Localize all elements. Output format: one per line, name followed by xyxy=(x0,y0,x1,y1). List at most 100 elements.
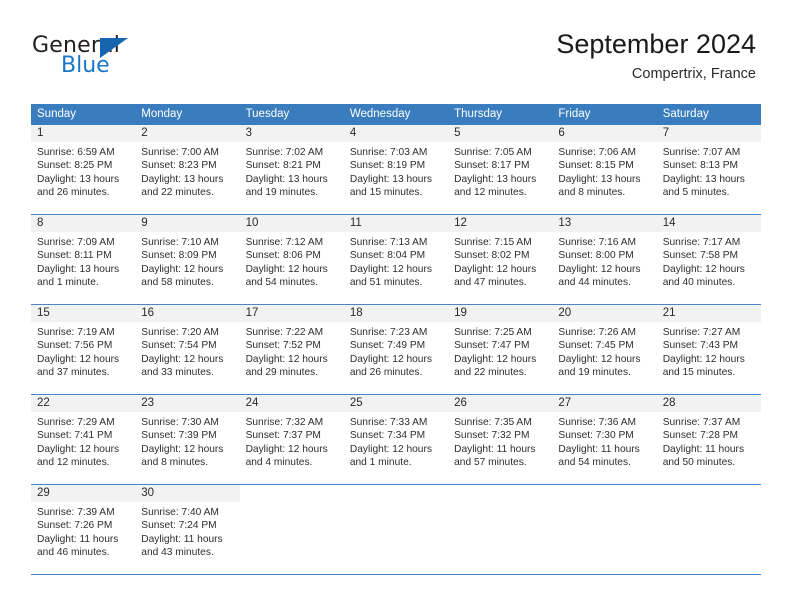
day-number: 23 xyxy=(135,395,240,412)
day-cell[interactable]: 11 Sunrise: 7:13 AM Sunset: 8:04 PM Dayligh… xyxy=(343,215,449,304)
day-cell[interactable]: 2 Sunrise: 7:00 AM Sunset: 8:23 PM Daylight… xyxy=(135,125,240,214)
day-cell[interactable]: 16 Sunrise: 7:20 AM Sunset: 7:54 PM Dayligh… xyxy=(135,305,240,394)
sunrise-time: Sunrise: 7:19 AM xyxy=(37,327,115,338)
daylight-line-1: Daylight: 12 hours xyxy=(349,353,432,365)
daylight-line-2: and 8 minutes. xyxy=(141,457,209,469)
general-blue-logo[interactable]: General Blue xyxy=(32,33,212,85)
day-cell[interactable]: 27 Sunrise: 7:36 AM Sunset: 7:30 PM Dayligh… xyxy=(552,395,657,484)
calendar-grid: Sunday Monday Tuesday Wednesday Thursday Frid… xyxy=(31,104,761,575)
day-cell[interactable]: 7 Sunrise: 7:07 AM Sunset: 8:13 PM Daylight… xyxy=(656,125,761,214)
day-cell[interactable]: 28 Sunrise: 7:37 AM Sunset: 7:28 PM Dayligh… xyxy=(656,395,761,484)
sunrise-time: Sunrise: 7:05 AM xyxy=(454,147,532,158)
sunrise-time: Sunrise: 7:26 AM xyxy=(558,327,636,338)
daylight-line-2: and 26 minutes. xyxy=(349,367,423,379)
sunset-time: Sunset: 7:24 PM xyxy=(141,520,217,532)
daylight-line-1: Daylight: 13 hours xyxy=(37,173,120,185)
day-cell[interactable]: 26 Sunrise: 7:35 AM Sunset: 7:32 PM Dayligh… xyxy=(448,395,553,484)
day-cell[interactable]: 19 Sunrise: 7:25 AM Sunset: 7:47 PM Dayligh… xyxy=(448,305,553,394)
daylight-line-2: and 50 minutes. xyxy=(662,457,736,469)
daylight-line-2: and 43 minutes. xyxy=(141,547,214,559)
daylight-line-2: and 5 minutes. xyxy=(662,187,730,199)
day-cell[interactable]: 10 Sunrise: 7:12 AM Sunset: 8:06 PM Dayligh… xyxy=(239,215,344,304)
daylight-line-2: and 58 minutes. xyxy=(141,277,214,289)
daylight-line-1: Daylight: 13 hours xyxy=(558,173,641,185)
sunset-time: Sunset: 7:47 PM xyxy=(454,340,530,352)
day-cell[interactable]: 1 Sunrise: 6:59 AM Sunset: 8:25 PM Daylight… xyxy=(31,125,136,214)
sunrise-time: Sunrise: 7:06 AM xyxy=(558,147,636,158)
day-cell-empty xyxy=(552,485,656,574)
day-cell[interactable]: 13 Sunrise: 7:16 AM Sunset: 8:00 PM Dayligh… xyxy=(552,215,657,304)
daylight-line-1: Daylight: 12 hours xyxy=(37,353,120,365)
daylight-line-1: Daylight: 11 hours xyxy=(141,533,223,545)
day-number: 8 xyxy=(31,215,136,232)
day-number: 30 xyxy=(135,485,240,502)
sunrise-time: Sunrise: 7:20 AM xyxy=(141,327,219,338)
day-number: 25 xyxy=(343,395,449,412)
day-number: 17 xyxy=(239,305,344,322)
day-cell[interactable]: 21 Sunrise: 7:27 AM Sunset: 7:43 PM Dayligh… xyxy=(656,305,761,394)
day-number: 29 xyxy=(31,485,136,502)
day-number: 19 xyxy=(448,305,553,322)
sunset-time: Sunset: 8:04 PM xyxy=(349,250,426,262)
day-details: Sunrise: 7:27 AM Sunset: 7:43 PM Daylight:… xyxy=(657,322,761,380)
daylight-line-1: Daylight: 12 hours xyxy=(245,263,328,275)
day-number: 7 xyxy=(656,125,761,142)
day-cell[interactable]: 20 Sunrise: 7:26 AM Sunset: 7:45 PM Dayligh… xyxy=(552,305,657,394)
day-number xyxy=(552,485,656,502)
day-details: Sunrise: 7:06 AM Sunset: 8:15 PM Daylight:… xyxy=(552,142,656,200)
weekday-header-saturday: Saturday xyxy=(662,108,709,120)
sunset-time: Sunset: 8:19 PM xyxy=(349,160,426,172)
day-number: 14 xyxy=(656,215,761,232)
day-cell[interactable]: 9 Sunrise: 7:10 AM Sunset: 8:09 PM Daylight… xyxy=(135,215,240,304)
day-cell[interactable]: 22 Sunrise: 7:29 AM Sunset: 7:41 PM Dayligh… xyxy=(31,395,136,484)
day-number: 27 xyxy=(552,395,657,412)
sunrise-time: Sunrise: 7:33 AM xyxy=(349,417,428,428)
sunrise-time: Sunrise: 7:40 AM xyxy=(141,507,219,518)
day-details xyxy=(657,502,761,506)
daylight-line-2: and 22 minutes. xyxy=(141,187,214,199)
day-cell[interactable]: 23 Sunrise: 7:30 AM Sunset: 7:39 PM Dayligh… xyxy=(135,395,240,484)
weekday-header-row: Sunday Monday Tuesday Wednesday Thursday Frid… xyxy=(31,104,761,125)
day-cell[interactable]: 29 Sunrise: 7:39 AM Sunset: 7:26 PM Dayligh… xyxy=(31,485,136,574)
day-cell[interactable]: 24 Sunrise: 7:32 AM Sunset: 7:37 PM Dayligh… xyxy=(239,395,344,484)
daylight-line-1: Daylight: 12 hours xyxy=(558,263,641,275)
day-cell[interactable]: 15 Sunrise: 7:19 AM Sunset: 7:56 PM Dayligh… xyxy=(31,305,136,394)
sunset-time: Sunset: 7:49 PM xyxy=(349,340,426,352)
sunrise-time: Sunrise: 7:30 AM xyxy=(141,417,219,428)
page-header: General Blue September 2024 Compertrix, … xyxy=(0,0,792,104)
day-number: 22 xyxy=(31,395,136,412)
weekday-header-tuesday: Tuesday xyxy=(245,108,290,120)
sunrise-time: Sunrise: 7:17 AM xyxy=(662,237,741,248)
day-number: 20 xyxy=(552,305,657,322)
day-cell[interactable]: 5 Sunrise: 7:05 AM Sunset: 8:17 PM Daylight… xyxy=(448,125,553,214)
day-cell[interactable]: 18 Sunrise: 7:23 AM Sunset: 7:49 PM Dayligh… xyxy=(343,305,449,394)
day-cell[interactable]: 14 Sunrise: 7:17 AM Sunset: 7:58 PM Dayligh… xyxy=(656,215,761,304)
daylight-line-1: Daylight: 12 hours xyxy=(454,263,537,275)
title-block: September 2024 Compertrix, France xyxy=(556,28,756,83)
day-cell[interactable]: 3 Sunrise: 7:02 AM Sunset: 8:21 PM Daylight… xyxy=(239,125,344,214)
day-number xyxy=(657,485,761,502)
sunset-time: Sunset: 7:37 PM xyxy=(245,430,321,442)
sunset-time: Sunset: 7:39 PM xyxy=(141,430,217,442)
sunrise-time: Sunrise: 7:07 AM xyxy=(662,147,741,158)
day-number: 13 xyxy=(552,215,657,232)
day-cell[interactable]: 25 Sunrise: 7:33 AM Sunset: 7:34 PM Dayligh… xyxy=(343,395,449,484)
day-cell[interactable]: 8 Sunrise: 7:09 AM Sunset: 8:11 PM Daylight… xyxy=(31,215,136,304)
sunset-time: Sunset: 8:00 PM xyxy=(558,250,634,262)
day-details xyxy=(240,502,344,506)
day-details: Sunrise: 7:25 AM Sunset: 7:47 PM Daylight:… xyxy=(448,322,552,380)
day-cell[interactable]: 17 Sunrise: 7:22 AM Sunset: 7:52 PM Dayligh… xyxy=(239,305,344,394)
day-number: 3 xyxy=(239,125,344,142)
day-details: Sunrise: 6:59 AM Sunset: 8:25 PM Daylight:… xyxy=(31,142,135,200)
day-cell[interactable]: 4 Sunrise: 7:03 AM Sunset: 8:19 PM Daylight… xyxy=(343,125,449,214)
day-details xyxy=(448,502,552,506)
day-details: Sunrise: 7:10 AM Sunset: 8:09 PM Daylight:… xyxy=(135,232,239,290)
sunset-time: Sunset: 8:23 PM xyxy=(141,160,217,172)
daylight-line-1: Daylight: 12 hours xyxy=(141,353,224,365)
day-cell[interactable]: 12 Sunrise: 7:15 AM Sunset: 8:02 PM Dayligh… xyxy=(448,215,553,304)
day-cell[interactable]: 6 Sunrise: 7:06 AM Sunset: 8:15 PM Daylight… xyxy=(552,125,657,214)
calendar-week-row: 1 Sunrise: 6:59 AM Sunset: 8:25 PM Daylight… xyxy=(31,125,761,214)
day-cell[interactable]: 30 Sunrise: 7:40 AM Sunset: 7:24 PM Dayligh… xyxy=(135,485,240,574)
day-number: 18 xyxy=(343,305,449,322)
daylight-line-1: Daylight: 12 hours xyxy=(37,443,120,455)
